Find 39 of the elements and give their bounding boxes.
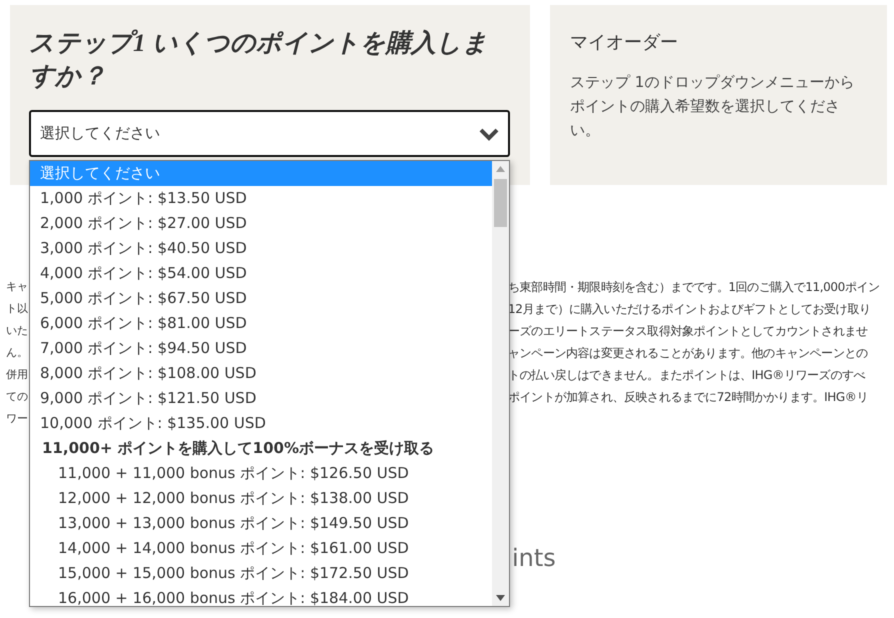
dropdown-option[interactable]: 16,000 + 16,000 bonus ポイント: $184.00 USD <box>30 586 492 606</box>
scrollbar[interactable] <box>492 161 509 606</box>
scroll-up-icon[interactable] <box>496 166 505 172</box>
dropdown-option[interactable]: 10,000 ポイント: $135.00 USD <box>30 411 492 436</box>
dropdown-option[interactable]: 9,000 ポイント: $121.50 USD <box>30 386 492 411</box>
notice-text-fragment: 併用 <box>6 367 28 383</box>
dropdown-option[interactable]: 6,000 ポイント: $81.00 USD <box>30 311 492 336</box>
notice-text-fragment: ての <box>6 389 28 405</box>
dropdown-option[interactable]: 7,000 ポイント: $94.50 USD <box>30 336 492 361</box>
dropdown-option[interactable]: 13,000 + 13,000 bonus ポイント: $149.50 USD <box>30 511 492 536</box>
notice-text-line: 12月まで）に購入いただけるポイントおよびギフトとしてお受け取り <box>508 301 872 318</box>
dropdown-option[interactable]: 15,000 + 15,000 bonus ポイント: $172.50 USD <box>30 561 492 586</box>
dropdown-option[interactable]: 14,000 + 14,000 bonus ポイント: $161.00 USD <box>30 536 492 561</box>
notice-text-line: ち東部時間・期限時刻を含む）までです。1回のご購入で11,000ポイン <box>508 279 880 296</box>
notice-text-line: ャンペーン内容は変更されることがあります。他のキャンペーンとの <box>508 345 869 362</box>
dropdown-option[interactable]: 1,000 ポイント: $13.50 USD <box>30 186 492 211</box>
order-text: ステップ 1のドロップダウンメニューからポイントの購入希望数を選択してください。 <box>570 72 855 141</box>
step-title: ステップ1 いくつのポイントを購入しますか？ <box>29 28 489 92</box>
select-field[interactable]: 選択してください <box>29 110 510 157</box>
dropdown-option[interactable]: 11,000 + 11,000 bonus ポイント: $126.50 USD <box>30 461 492 486</box>
dropdown-option[interactable]: 2,000 ポイント: $27.00 USD <box>30 211 492 236</box>
dropdown-option[interactable]: 3,000 ポイント: $40.50 USD <box>30 236 492 261</box>
scroll-down-icon[interactable] <box>496 595 505 601</box>
notice-text-fragment: ん。 <box>6 345 28 361</box>
notice-text-fragment: いた <box>6 323 28 339</box>
chevron-down-icon <box>479 126 499 140</box>
option-group-label: 11,000+ ポイントを購入して100%ボーナスを受け取る <box>41 438 436 459</box>
dropdown-option[interactable]: 5,000 ポイント: $67.50 USD <box>30 286 492 311</box>
dropdown-option[interactable]: 12,000 + 12,000 bonus ポイント: $138.00 USD <box>30 486 492 511</box>
heading-fragment: ints <box>512 544 556 572</box>
dropdown-option[interactable]: 4,000 ポイント: $54.00 USD <box>30 261 492 286</box>
notice-text-fragment: ト以 <box>6 301 28 317</box>
select-value: 選択してください <box>40 123 160 144</box>
notice-text-fragment: ワー <box>6 411 28 427</box>
order-title: マイオーダー <box>570 31 679 55</box>
dropdown-option[interactable]: 8,000 ポイント: $108.00 USD <box>30 361 492 386</box>
notice-text-fragment: キャ <box>6 279 28 295</box>
scrollbar-thumb[interactable] <box>494 179 507 227</box>
notice-text-line: トの払い戻しはできません。またポイントは、IHG®リワーズのすべ <box>508 367 866 384</box>
